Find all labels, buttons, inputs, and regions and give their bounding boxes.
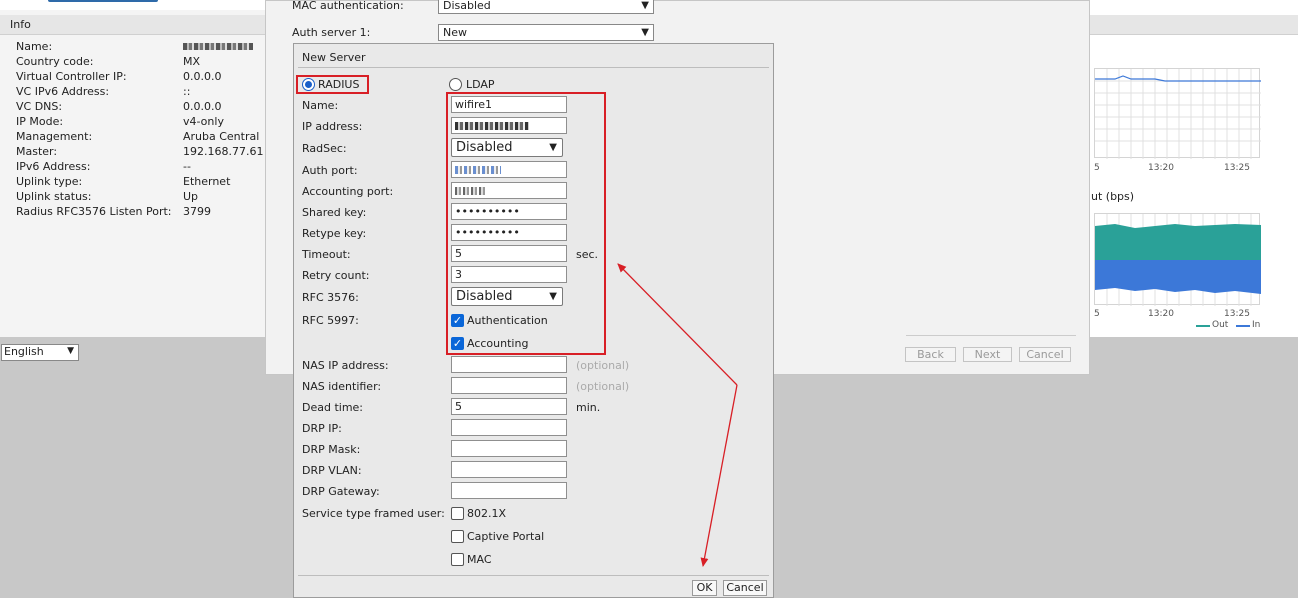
annotation-arrow-to-fields (617, 263, 738, 386)
annotation-arrows (617, 263, 738, 567)
annotation-arrow-to-ok (700, 384, 738, 567)
